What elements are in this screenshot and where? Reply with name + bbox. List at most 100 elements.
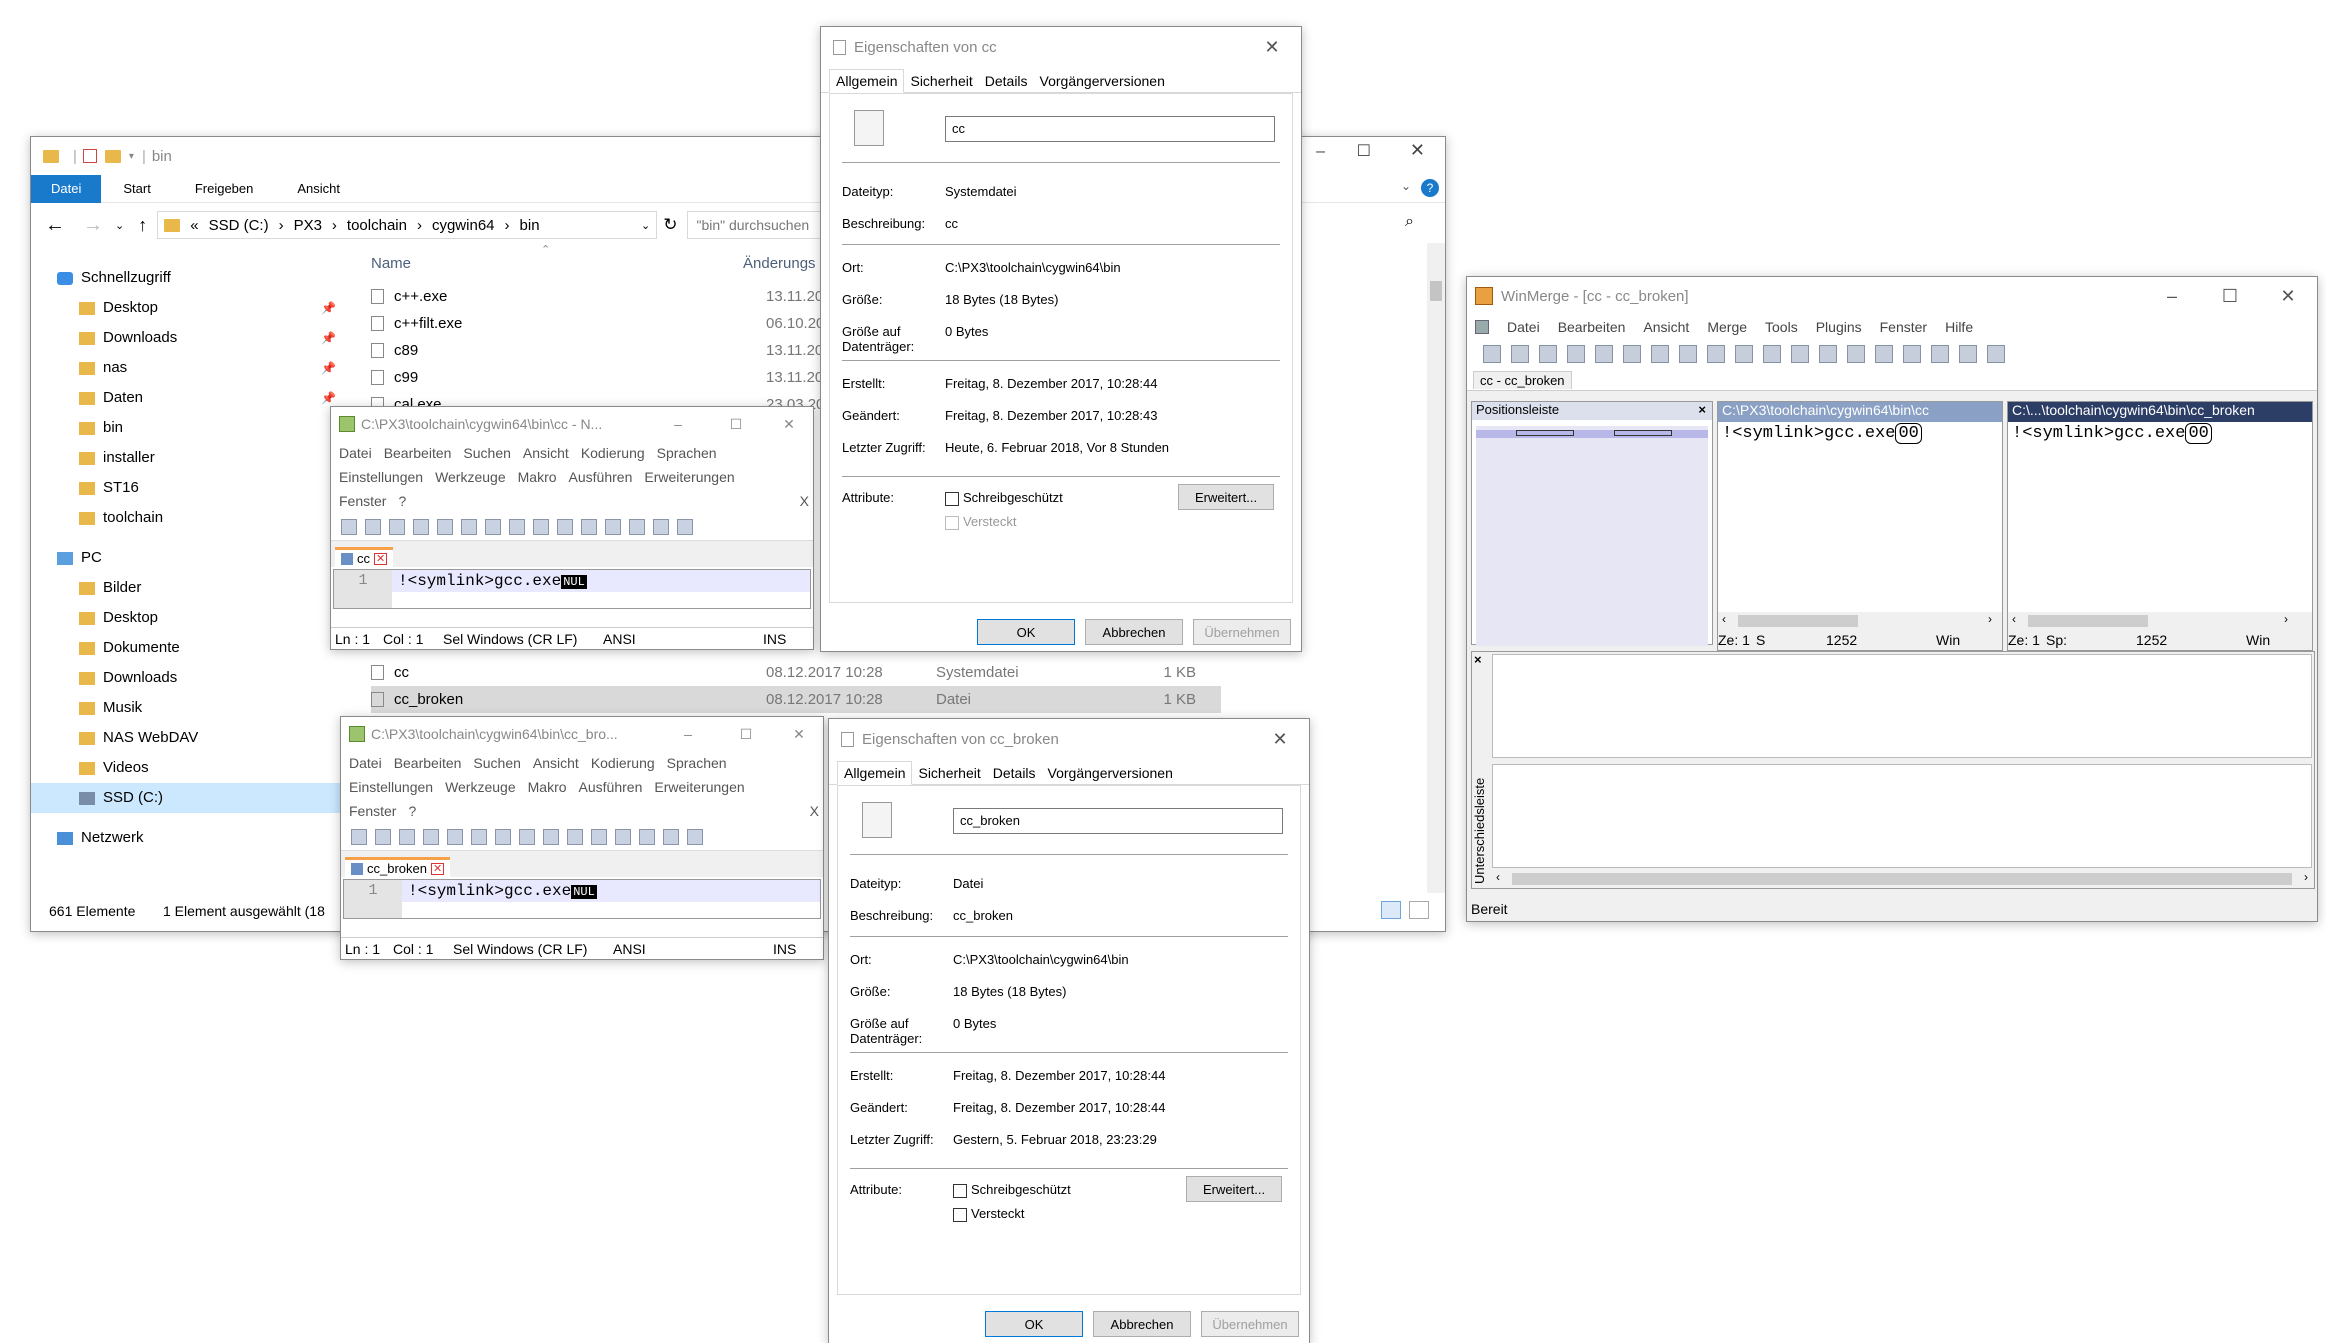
scrollbar[interactable] [1427, 243, 1445, 893]
tab-allgemein[interactable]: Allgemein [829, 69, 905, 93]
tab-sicherheit[interactable]: Sicherheit [904, 70, 978, 92]
apply-button[interactable]: Übernehmen [1193, 619, 1291, 645]
cut-icon[interactable] [519, 828, 535, 845]
redo-icon[interactable] [1595, 345, 1613, 363]
menu-einstellungen[interactable]: Einstellungen [339, 469, 423, 485]
close-button[interactable]: ✕ [2259, 276, 2317, 316]
pin-icon[interactable]: 📌 [321, 293, 336, 323]
maximize-button[interactable]: ☐ [717, 726, 775, 743]
nav-item-bilder[interactable]: Bilder [31, 573, 341, 603]
menu-erweiterungen[interactable]: Erweiterungen [654, 779, 744, 795]
find-icon[interactable] [629, 518, 645, 535]
file-row[interactable]: c99 13.11.2017 [371, 364, 851, 391]
replace-icon[interactable] [663, 828, 679, 845]
nav-item-nas-webdav[interactable]: NAS WebDAV [31, 723, 341, 753]
tab-datei[interactable]: Datei [31, 174, 102, 203]
undo-icon[interactable] [1567, 345, 1585, 363]
advanced-button[interactable]: Erweitert... [1178, 484, 1274, 510]
location-bar[interactable] [1476, 426, 1708, 646]
nav-item-installer[interactable]: installer [31, 443, 341, 473]
next-diff-icon[interactable] [1651, 345, 1669, 363]
first-diff-icon[interactable] [1707, 345, 1725, 363]
horizontal-scrollbar[interactable]: ‹ › [2008, 612, 2312, 630]
cancel-button[interactable]: Abbrechen [1085, 619, 1183, 645]
replace-icon[interactable] [653, 518, 669, 535]
editor-area[interactable]: 1 !<symlink>gcc.exe NUL [343, 879, 821, 919]
nav-item-downloads[interactable]: Downloads 📌 [31, 323, 341, 353]
breadcrumb-px3[interactable]: PX3 [294, 217, 322, 234]
new-icon[interactable] [351, 828, 367, 845]
find-icon[interactable] [639, 828, 655, 845]
close-button[interactable]: ✕ [1410, 140, 1425, 161]
recent-chevron-icon[interactable]: ⌄ [115, 219, 124, 232]
tab-allgemein[interactable]: Allgemein [837, 761, 913, 785]
close-document-button[interactable]: X [800, 489, 809, 513]
menu--[interactable]: ? [408, 803, 416, 819]
nav-item-desktop[interactable]: Desktop 📌 [31, 293, 341, 323]
menu-hilfe[interactable]: Hilfe [1945, 319, 1973, 335]
nav-item-schnellzugriff[interactable]: Schnellzugriff [31, 263, 341, 293]
right-file-pane[interactable]: C:\...\toolchain\cygwin64\bin\cc_broken … [2007, 401, 2313, 651]
tab-cc-cc-broken[interactable]: cc - cc_broken [1473, 371, 1572, 389]
help-icon[interactable]: ? [1421, 179, 1439, 197]
close-icon[interactable]: × [1698, 402, 1712, 420]
current-diff-icon[interactable] [1735, 345, 1753, 363]
close-icon[interactable] [437, 518, 453, 535]
menu-suchen[interactable]: Suchen [473, 755, 520, 771]
copy-icon[interactable] [543, 828, 559, 845]
menu-ansicht[interactable]: Ansicht [533, 755, 579, 771]
minimize-button[interactable]: – [1316, 143, 1325, 161]
tab-details[interactable]: Details [987, 762, 1042, 784]
cut-icon[interactable] [509, 518, 525, 535]
column-header-name[interactable]: Name [371, 255, 411, 272]
close-tab-icon[interactable]: ✕ [430, 862, 445, 875]
file-row[interactable]: cc 08.12.2017 10:28 Systemdatei 1 KB [371, 659, 1221, 686]
prev-diff-icon[interactable] [1679, 345, 1697, 363]
nav-item-toolchain[interactable]: toolchain [31, 503, 341, 533]
close-button[interactable]: ✕ [1251, 719, 1309, 759]
menu-ausf-hren[interactable]: Ausführen [569, 469, 633, 485]
menu-fenster[interactable]: Fenster [1880, 319, 1927, 335]
menu-werkzeuge[interactable]: Werkzeuge [445, 779, 516, 795]
nav-item-downloads[interactable]: Downloads [31, 663, 341, 693]
details-view-icon[interactable] [1381, 901, 1401, 919]
print-icon[interactable] [495, 828, 511, 845]
menu-einstellungen[interactable]: Einstellungen [349, 779, 433, 795]
tab-start[interactable]: Start [101, 181, 172, 196]
file-row[interactable]: cc_broken 08.12.2017 10:28 Datei 1 KB [371, 686, 1221, 713]
close-document-button[interactable]: X [810, 799, 819, 823]
menu-erweiterungen[interactable]: Erweiterungen [644, 469, 734, 485]
hidden-checkbox[interactable]: Versteckt [945, 514, 1016, 530]
search-input[interactable]: "bin" durchsuchen [687, 211, 823, 239]
file-row[interactable]: c++filt.exe 06.10.2017 [371, 310, 851, 337]
menu-merge[interactable]: Merge [1707, 319, 1747, 335]
menu-plugins[interactable]: Plugins [1816, 319, 1862, 335]
readonly-checkbox[interactable]: Schreibgeschützt [953, 1182, 1071, 1198]
maximize-button[interactable]: ☐ [2201, 276, 2259, 316]
breadcrumb-toolchain[interactable]: toolchain [347, 217, 407, 234]
diff-upper[interactable] [1492, 654, 2312, 758]
close-all-icon[interactable] [461, 518, 477, 535]
nav-item-musik[interactable]: Musik [31, 693, 341, 723]
save-all-icon[interactable] [423, 828, 439, 845]
open-icon[interactable] [365, 518, 381, 535]
close-tab-icon[interactable]: ✕ [374, 552, 388, 565]
tab-vorg-ngerversionen[interactable]: Vorgängerversionen [1042, 762, 1179, 784]
nav-item-st16[interactable]: ST16 [31, 473, 341, 503]
redo-icon[interactable] [605, 518, 621, 535]
nav-item-nas[interactable]: nas 📌 [31, 353, 341, 383]
chevron-down-icon[interactable]: ⌄ [641, 219, 650, 232]
pin-icon[interactable]: 📌 [321, 353, 336, 383]
ok-button[interactable]: OK [985, 1311, 1083, 1337]
hidden-checkbox[interactable]: Versteckt [953, 1206, 1024, 1222]
close-icon[interactable]: × [1474, 652, 1482, 667]
minimize-button[interactable]: – [659, 726, 717, 742]
copy-left-icon[interactable] [1791, 345, 1809, 363]
close-button[interactable]: ✕ [1243, 27, 1301, 67]
tab-sicherheit[interactable]: Sicherheit [912, 762, 986, 784]
sync-icon[interactable] [1987, 345, 2005, 363]
tab-vorg-ngerversionen[interactable]: Vorgängerversionen [1034, 70, 1171, 92]
paste-icon[interactable] [557, 518, 573, 535]
forward-arrow-icon[interactable]: → [83, 214, 103, 237]
menu-tools[interactable]: Tools [1765, 319, 1798, 335]
